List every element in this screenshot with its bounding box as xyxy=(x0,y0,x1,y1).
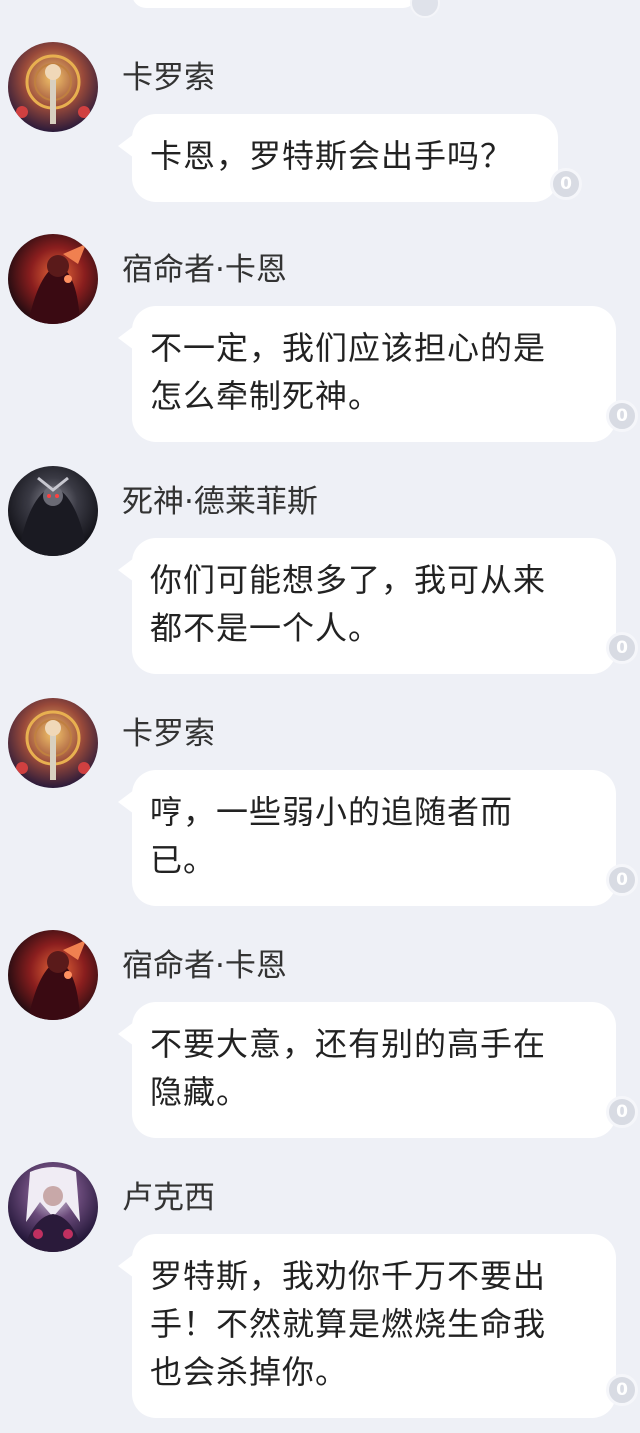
message-bubble[interactable]: 不要大意，还有别的高手在 隐藏。 xyxy=(118,1002,616,1138)
golden-warrior-avatar-icon[interactable] xyxy=(8,698,98,788)
reply-count-badge[interactable]: 0 xyxy=(606,400,638,432)
message-text-line: 也会杀掉你。 xyxy=(150,1353,349,1391)
silver-hair-avatar-icon[interactable] xyxy=(8,1162,98,1252)
message-bubble[interactable]: 罗特斯，我劝你千万不要出 手！不然就算是燃烧生命我 也会杀掉你。 xyxy=(118,1234,616,1418)
chat-thread: 卡罗索 卡恩，罗特斯会出手吗？ 0 宿命者·卡恩 不一定，我们应该担心的是 怎么… xyxy=(0,0,640,1433)
message-text-line: 哼，一些弱小的追随者而 xyxy=(150,793,514,831)
message-bubble[interactable]: 你们可能想多了，我可从来 都不是一个人。 xyxy=(118,538,616,674)
crimson-fate-avatar-icon[interactable] xyxy=(8,930,98,1020)
reply-count-badge[interactable]: 0 xyxy=(606,864,638,896)
message-text-line: 都不是一个人。 xyxy=(150,609,382,647)
message-text-line: 罗特斯，我劝你千万不要出 xyxy=(150,1257,547,1295)
message-bubble[interactable]: 不一定，我们应该担心的是 怎么牵制死神。 xyxy=(118,306,616,442)
reply-count-badge[interactable]: 0 xyxy=(606,1096,638,1128)
message-bubble[interactable]: 卡恩，罗特斯会出手吗？ xyxy=(118,114,558,202)
golden-warrior-avatar-icon[interactable] xyxy=(8,42,98,132)
previous-reply-count-badge[interactable] xyxy=(410,0,440,18)
previous-message-bubble[interactable] xyxy=(132,0,417,8)
reply-count-badge[interactable]: 0 xyxy=(606,632,638,664)
sender-name[interactable]: 死神·德莱菲斯 xyxy=(122,482,318,522)
message-text-line: 卡恩，罗特斯会出手吗？ xyxy=(150,137,514,175)
dark-reaper-avatar-icon[interactable] xyxy=(8,466,98,556)
message-text-line: 不要大意，还有别的高手在 xyxy=(150,1025,547,1063)
message-text-line: 隐藏。 xyxy=(150,1073,250,1111)
reply-count-badge[interactable]: 0 xyxy=(606,1374,638,1406)
sender-name[interactable]: 宿命者·卡恩 xyxy=(122,250,287,290)
message-text-line: 怎么牵制死神。 xyxy=(150,377,382,415)
message-bubble[interactable]: 哼，一些弱小的追随者而 已。 xyxy=(118,770,616,906)
crimson-fate-avatar-icon[interactable] xyxy=(8,234,98,324)
message-text-line: 手！不然就算是燃烧生命我 xyxy=(150,1305,547,1343)
sender-name[interactable]: 卢克西 xyxy=(122,1178,215,1218)
reply-count-badge[interactable]: 0 xyxy=(550,168,582,200)
sender-name[interactable]: 宿命者·卡恩 xyxy=(122,946,287,986)
message-text-line: 不一定，我们应该担心的是 xyxy=(150,329,547,367)
message-text-line: 你们可能想多了，我可从来 xyxy=(150,561,547,599)
sender-name[interactable]: 卡罗索 xyxy=(122,58,215,98)
sender-name[interactable]: 卡罗索 xyxy=(122,714,215,754)
message-text-line: 已。 xyxy=(150,841,217,879)
